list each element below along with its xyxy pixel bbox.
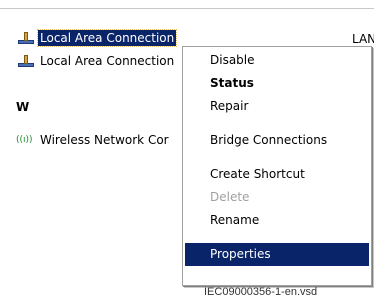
device-column-text: LAN: [352, 32, 374, 46]
lan-connection-icon: [16, 54, 36, 68]
menu-item-repair[interactable]: Repair: [185, 95, 369, 118]
menu-item-delete[interactable]: Delete: [185, 186, 369, 209]
menu-separator: [187, 237, 367, 238]
menu-separator: [187, 157, 367, 158]
menu-item-rename[interactable]: Rename: [185, 209, 369, 232]
menu-item-create-shortcut[interactable]: Create Shortcut: [185, 163, 369, 186]
connection-item-lan-2[interactable]: Local Area Connection: [16, 53, 176, 69]
figure-caption: IEC09000356-1-en.vsd: [204, 286, 318, 298]
context-menu: Disable Status Repair Bridge Connections…: [182, 46, 372, 286]
menu-item-status[interactable]: Status: [185, 72, 369, 95]
connection-item-wireless[interactable]: ((ı)) Wireless Network Cor: [16, 132, 171, 148]
wireless-connection-icon: ((ı)): [16, 135, 33, 145]
top-divider: [0, 8, 374, 9]
lan-connection-icon: [16, 31, 36, 45]
menu-item-properties[interactable]: Properties: [185, 243, 369, 266]
connection-item-lan-1[interactable]: Local Area Connection: [16, 29, 178, 47]
section-header: W: [16, 100, 30, 114]
connection-label: Local Area Connection: [36, 29, 178, 47]
menu-separator: [187, 123, 367, 124]
menu-item-disable[interactable]: Disable: [185, 49, 369, 72]
connection-label: Wireless Network Cor: [40, 133, 169, 147]
menu-item-bridge-connections[interactable]: Bridge Connections: [185, 129, 369, 152]
connection-label: Local Area Connection: [40, 54, 175, 68]
